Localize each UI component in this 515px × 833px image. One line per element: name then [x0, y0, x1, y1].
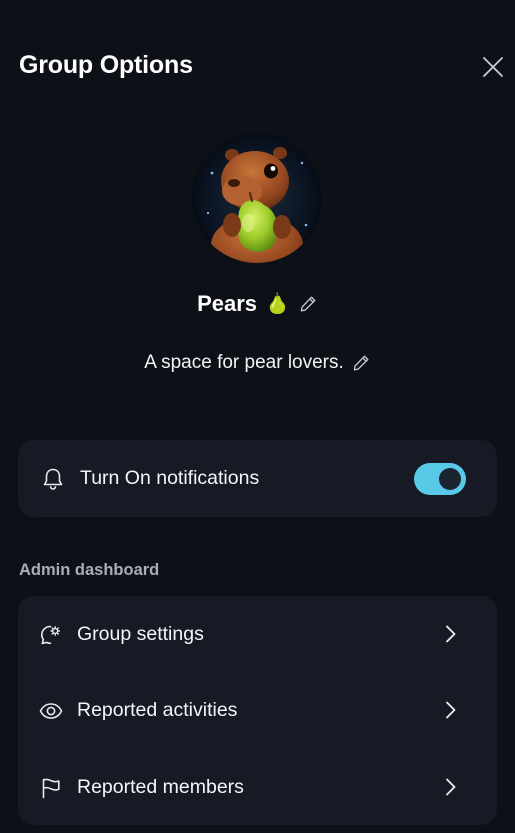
reported-members-label: Reported members: [77, 776, 244, 798]
edit-description-pencil-icon[interactable]: [351, 353, 371, 373]
notifications-toggle[interactable]: [414, 463, 466, 495]
chat-gear-icon: [41, 625, 61, 644]
group-settings-label: Group settings: [77, 623, 204, 645]
reported-activities-row[interactable]: Reported activities: [18, 672, 497, 749]
group-settings-row[interactable]: Group settings: [18, 596, 497, 673]
reported-activities-label: Reported activities: [77, 699, 238, 721]
group-description: A space for pear lovers.: [144, 352, 344, 373]
panel-title: Group Options: [19, 51, 193, 79]
admin-dashboard-card: Group settings Reported activities Repor…: [18, 596, 497, 825]
reported-members-row[interactable]: Reported members: [18, 749, 497, 826]
bell-icon: [43, 468, 63, 490]
flag-icon: [42, 778, 60, 798]
notifications-label: Turn On notifications: [80, 467, 260, 489]
edit-name-pencil-icon[interactable]: [298, 294, 318, 314]
chevron-right-icon: [446, 701, 456, 719]
admin-section-label: Admin dashboard: [19, 561, 160, 579]
group-avatar[interactable]: [192, 133, 322, 263]
group-description-row: A space for pear lovers.: [0, 348, 515, 378]
chevron-right-icon: [446, 778, 456, 796]
group-options-panel: Group Options Pears 🍐 A space for pear l…: [0, 0, 515, 833]
close-icon[interactable]: [481, 55, 505, 79]
group-name: Pears: [197, 291, 258, 316]
group-name-row: Pears 🍐: [0, 288, 515, 320]
notifications-card: Turn On notifications: [18, 440, 497, 517]
chevron-right-icon: [446, 625, 456, 643]
eye-icon: [39, 702, 63, 719]
capybara-pear-image: [192, 133, 322, 263]
pear-emoji: 🍐: [265, 293, 290, 315]
toggle-knob: [439, 468, 461, 490]
